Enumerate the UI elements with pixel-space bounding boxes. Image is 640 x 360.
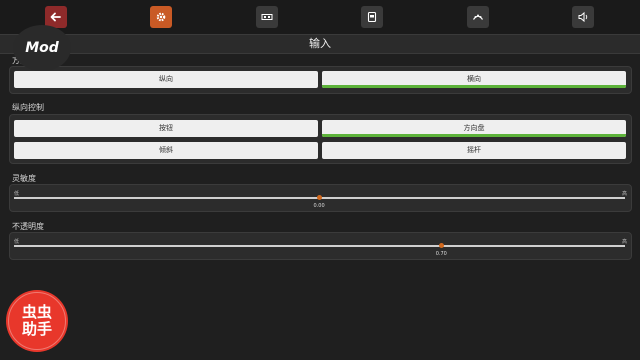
opacity-label: 不透明度 [12, 222, 44, 231]
sensitivity-min-label: 低 [14, 191, 20, 197]
opacity-value: 0.70 [435, 251, 447, 257]
settings-tab-button[interactable] [150, 6, 172, 28]
control-tilt-option[interactable]: 倾斜 [14, 142, 318, 159]
portrait-control-panel: 按钮 方向盘 倾斜 摇杆 [9, 114, 632, 164]
audio-tab-button[interactable] [572, 6, 594, 28]
control-buttons-option[interactable]: 按钮 [14, 120, 318, 137]
portrait-control-label: 纵向控制 [12, 103, 44, 112]
page-title: 输入 [0, 34, 640, 54]
save-tab-button[interactable] [361, 6, 383, 28]
sensitivity-panel: 低 高 0.00 [9, 184, 632, 212]
watermark-ring: 虫虫 助手 [8, 292, 66, 350]
opacity-slider-knob[interactable] [439, 243, 445, 248]
save-icon [367, 11, 377, 23]
speaker-icon [578, 11, 588, 23]
sensitivity-label: 灵敏度 [12, 174, 36, 183]
controller-tab-button[interactable] [467, 6, 489, 28]
watermark-line1: 虫虫 [21, 303, 52, 321]
back-arrow-icon [50, 12, 61, 22]
control-joystick-option[interactable]: 摇杆 [322, 142, 626, 159]
control-steering-wheel-option[interactable]: 方向盘 [322, 120, 626, 137]
video-icon [261, 14, 273, 20]
mod-badge-logo: Mod [13, 25, 71, 71]
sensitivity-value: 0.00 [313, 203, 325, 209]
controller-icon [473, 14, 483, 20]
orientation-panel: 纵向 横向 [9, 66, 632, 94]
opacity-slider-track[interactable] [14, 245, 625, 247]
orientation-landscape-button[interactable]: 横向 [322, 71, 626, 88]
opacity-max-label: 高 [621, 239, 627, 245]
sensitivity-slider-knob[interactable] [317, 195, 322, 200]
sensitivity-max-label: 高 [621, 191, 627, 197]
opacity-panel: 低 高 0.70 [9, 232, 632, 260]
opacity-min-label: 低 [14, 239, 20, 245]
chongchong-watermark-logo: 虫虫 助手 [6, 290, 68, 352]
top-toolbar [0, 0, 640, 34]
orientation-portrait-button[interactable]: 纵向 [14, 71, 318, 88]
video-tab-button[interactable] [256, 6, 278, 28]
gear-icon [156, 12, 166, 22]
watermark-line2: 助手 [21, 320, 52, 338]
